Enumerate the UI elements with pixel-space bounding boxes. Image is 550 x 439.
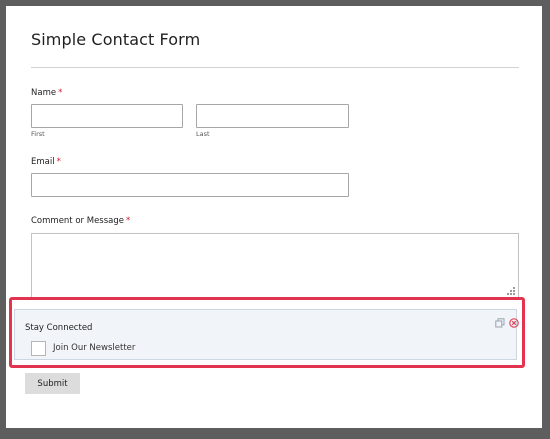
title-divider (31, 67, 519, 68)
form-title: Simple Contact Form (31, 30, 201, 49)
name-label: Name * (31, 88, 63, 98)
email-input[interactable] (31, 173, 349, 197)
first-name-sublabel: First (31, 130, 45, 138)
first-name-input[interactable] (31, 104, 183, 128)
required-marker: * (126, 216, 131, 226)
last-name-input[interactable] (196, 104, 349, 128)
message-textarea[interactable] (31, 233, 519, 299)
email-label: Email * (31, 157, 61, 167)
resize-grip-icon[interactable] (506, 286, 515, 295)
message-label: Comment or Message * (31, 216, 131, 226)
required-marker: * (58, 88, 63, 98)
selection-highlight (9, 297, 525, 368)
submit-button[interactable]: Submit (25, 373, 80, 394)
required-marker: * (56, 157, 61, 167)
last-name-sublabel: Last (196, 130, 210, 138)
